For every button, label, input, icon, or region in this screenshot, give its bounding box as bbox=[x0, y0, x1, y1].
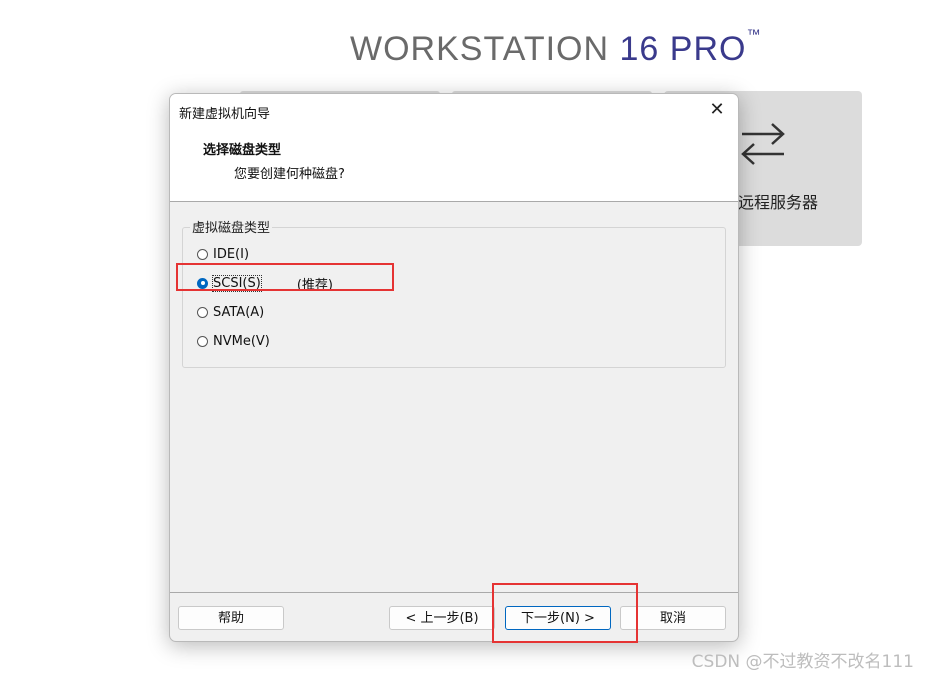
radio-button[interactable] bbox=[197, 248, 208, 260]
new-vm-wizard-dialog: 新建虚拟机向导 ✕ 选择磁盘类型 您要创建何种磁盘? 虚拟磁盘类型 IDE(I)… bbox=[169, 93, 739, 642]
watermark: CSDN @不过教资不改名111 bbox=[691, 652, 914, 672]
radio-label: NVMe(V) bbox=[213, 333, 270, 349]
radio-label: SCSI(S) bbox=[212, 274, 262, 292]
radio-nvme[interactable]: NVMe(V) bbox=[197, 331, 270, 351]
disk-type-group-label: 虚拟磁盘类型 bbox=[190, 217, 273, 236]
close-icon[interactable]: ✕ bbox=[706, 99, 728, 121]
radio-button-selected[interactable] bbox=[197, 277, 208, 289]
wizard-step-title: 选择磁盘类型 bbox=[203, 143, 282, 158]
brand-version: 16 bbox=[619, 30, 660, 68]
dialog-titlebar: 新建虚拟机向导 ✕ bbox=[170, 94, 738, 130]
wizard-header: 选择磁盘类型 您要创建何种磁盘? bbox=[170, 130, 738, 202]
next-button[interactable]: 下一步(N) > bbox=[505, 606, 611, 630]
radio-sata[interactable]: SATA(A) bbox=[197, 302, 264, 322]
brand-logo: WORKSTATION 16 PRO™ bbox=[350, 26, 761, 69]
dialog-title: 新建虚拟机向导 bbox=[179, 107, 271, 122]
brand-tm: ™ bbox=[746, 26, 762, 42]
radio-label: SATA(A) bbox=[213, 304, 265, 320]
footer-divider bbox=[170, 592, 738, 593]
recommended-note: (推荐) bbox=[296, 277, 333, 293]
brand-edition: PRO bbox=[669, 30, 747, 68]
transfer-arrows-icon bbox=[741, 123, 785, 165]
radio-scsi[interactable]: SCSI(S) (推荐) bbox=[197, 273, 333, 293]
back-button[interactable]: < 上一步(B) bbox=[389, 606, 495, 630]
wizard-step-subtitle: 您要创建何种磁盘? bbox=[234, 167, 345, 182]
remote-server-label: 远程服务器 bbox=[738, 193, 819, 212]
radio-ide[interactable]: IDE(I) bbox=[197, 244, 249, 264]
cancel-button[interactable]: 取消 bbox=[620, 606, 726, 630]
radio-label: IDE(I) bbox=[213, 246, 250, 262]
help-button[interactable]: 帮助 bbox=[178, 606, 284, 630]
brand-word: WORKSTATION bbox=[350, 30, 610, 68]
radio-button[interactable] bbox=[197, 335, 208, 347]
radio-button[interactable] bbox=[197, 306, 208, 318]
